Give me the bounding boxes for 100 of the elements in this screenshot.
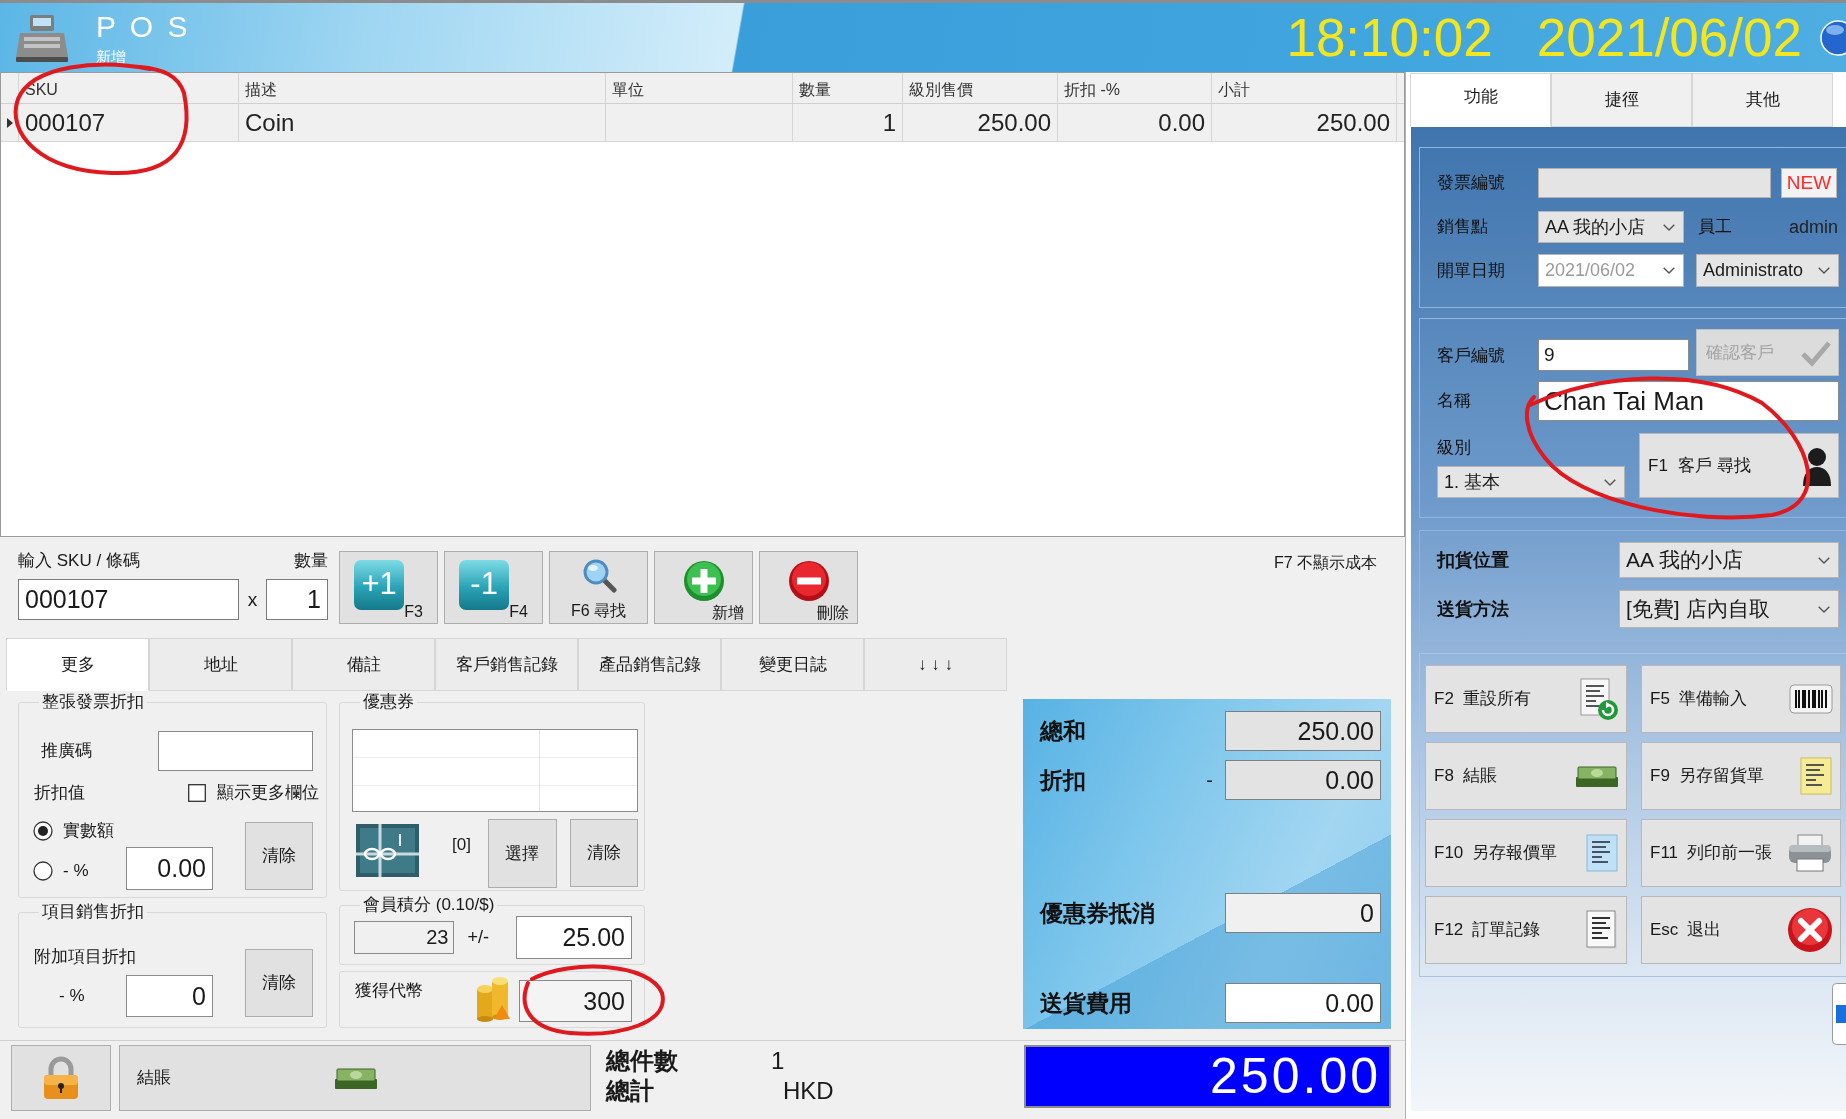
- checkbox-label[interactable]: 顯示更多欄位: [217, 780, 319, 806]
- invoice-number-field[interactable]: [1538, 168, 1771, 198]
- customer-tier-dropdown[interactable]: 1. 基本: [1437, 466, 1625, 498]
- function-key-button[interactable]: F2 重設所有: [1425, 665, 1627, 733]
- tokens-earned-field[interactable]: 300: [519, 980, 632, 1022]
- invoice-date-label: 開單日期: [1437, 260, 1505, 280]
- document-icon: [1585, 909, 1619, 951]
- function-key-button[interactable]: F5 準備輸入: [1641, 665, 1841, 733]
- promo-code-label: 推廣碼: [41, 741, 92, 761]
- sku-input[interactable]: 000107: [18, 579, 239, 620]
- radio-button[interactable]: [33, 861, 53, 881]
- cash-icon: [1575, 763, 1619, 789]
- delivery-method-dropdown[interactable]: [免費] 店內自取: [1619, 590, 1839, 628]
- shop-label: 銷售點: [1437, 217, 1488, 237]
- chevron-down-icon: [1604, 478, 1616, 486]
- stock-location-dropdown[interactable]: AA 我的小店: [1619, 542, 1839, 578]
- floating-tab-icon[interactable]: [1832, 983, 1846, 1045]
- column-header: 級別售價: [909, 81, 973, 98]
- tab[interactable]: 捷徑: [1551, 73, 1692, 127]
- clock-time: 18:10:02: [1286, 7, 1493, 68]
- radio-button[interactable]: [33, 821, 53, 841]
- column-header: 折扣 -%: [1064, 81, 1120, 98]
- promo-code-input[interactable]: [158, 731, 313, 771]
- clear-button[interactable]: 清除: [569, 819, 638, 887]
- barcode-icon: [1789, 684, 1833, 714]
- chevron-down-icon: [1663, 267, 1675, 274]
- minus-icon: [787, 560, 830, 602]
- delivery-method-label: 送貨方法: [1437, 598, 1509, 619]
- tab[interactable]: 其他: [1692, 73, 1833, 127]
- operator-dropdown[interactable]: Administrato: [1696, 254, 1839, 287]
- function-key-button[interactable]: F12 訂單記錄: [1425, 896, 1627, 964]
- close-icon: [1787, 907, 1833, 953]
- customer-id-input[interactable]: 9: [1538, 339, 1689, 371]
- chevron-down-icon: [1818, 556, 1830, 564]
- tab[interactable]: 產品銷售記錄: [578, 638, 721, 691]
- function-key-button[interactable]: F11 列印前一張: [1641, 819, 1841, 887]
- column-header: 單位: [612, 81, 644, 98]
- points-earned-input[interactable]: 25.00: [515, 916, 632, 959]
- radio-label[interactable]: - %: [63, 858, 89, 884]
- summary-value-field: 0: [1225, 893, 1381, 933]
- chevron-down-icon: [1663, 223, 1675, 231]
- table-cell: 0.00: [1158, 107, 1205, 138]
- radio-label[interactable]: 實數額: [63, 818, 114, 844]
- tab[interactable]: 客戶銷售記錄: [435, 638, 578, 691]
- currency-code: HKD: [782, 1076, 834, 1106]
- document-icon: [1585, 833, 1619, 873]
- delete-button[interactable]: 刪除: [759, 551, 858, 624]
- shop-dropdown[interactable]: AA 我的小店: [1538, 211, 1684, 243]
- discount-value-label: 折扣值: [34, 783, 85, 803]
- tab[interactable]: 更多: [6, 638, 149, 691]
- customer-search-button[interactable]: F1 客戶 尋找: [1639, 433, 1839, 498]
- quantity-input[interactable]: 1: [266, 579, 328, 620]
- checkbox[interactable]: [188, 784, 206, 802]
- app-title: P O S: [96, 9, 191, 44]
- sku-input-label: 輸入 SKU / 條碼: [18, 551, 140, 571]
- padlock-icon: [41, 1056, 81, 1100]
- staff-name: admin: [1788, 215, 1838, 239]
- search-button[interactable]: F6 尋找: [549, 551, 648, 624]
- mode-label: 新增: [96, 47, 126, 66]
- summary-value-field: 0.00: [1225, 760, 1381, 800]
- tokens-label: 獲得代幣: [355, 981, 423, 1001]
- tab[interactable]: 功能: [1410, 73, 1551, 127]
- summary-label: 總和: [1040, 716, 1086, 746]
- tab[interactable]: 地址: [149, 638, 292, 691]
- current-date: 2021/06/02: [1536, 7, 1802, 68]
- function-key-button[interactable]: F9 另存留貨單: [1641, 742, 1841, 810]
- table-cell: 1: [882, 107, 896, 138]
- summary-value-field[interactable]: 0.00: [1225, 983, 1381, 1023]
- staff-label: 員工: [1698, 216, 1732, 239]
- function-key-button[interactable]: F8 結賬: [1425, 742, 1627, 810]
- increase-quantity-button[interactable]: +1 F3: [339, 551, 438, 624]
- total-label: 總計: [606, 1076, 654, 1106]
- tab[interactable]: ↓ ↓ ↓: [864, 638, 1007, 691]
- function-key-button[interactable]: F10 另存報價單: [1425, 819, 1627, 887]
- coupon-list[interactable]: [352, 729, 638, 812]
- decrease-quantity-button[interactable]: -1 F4: [444, 551, 543, 624]
- points-balance-field: 23: [354, 921, 455, 954]
- function-key-button[interactable]: Esc 退出: [1641, 896, 1841, 964]
- select-coupon-button[interactable]: 選擇: [487, 819, 557, 888]
- item-discount-input[interactable]: 0: [126, 975, 213, 1017]
- summary-label: 優惠券抵消: [1040, 898, 1155, 928]
- clear-button[interactable]: 清除: [245, 822, 313, 890]
- coupon-count: [0]: [452, 835, 471, 855]
- add-button[interactable]: 新增: [654, 551, 753, 624]
- plus-icon: [682, 560, 725, 602]
- stock-location-label: 扣貨位置: [1437, 549, 1509, 570]
- clear-button[interactable]: 清除: [245, 949, 313, 1017]
- row-pointer-icon: [6, 117, 13, 128]
- plus-minus-sign: +/-: [467, 926, 489, 949]
- item-discount-label: 附加項目折扣: [34, 947, 136, 967]
- grand-total-display: 250.00: [1024, 1045, 1391, 1108]
- invoice-number-label: 發票編號: [1437, 173, 1505, 193]
- table-row[interactable]: 000107 Coin 1 250.00 0.00 250.00: [1, 104, 1404, 142]
- tab[interactable]: 變更日誌: [721, 638, 864, 691]
- minus-sign: -: [1206, 768, 1213, 793]
- note-icon: [1799, 756, 1833, 796]
- discount-amount-input[interactable]: 0.00: [126, 847, 213, 890]
- checkout-button[interactable]: 結賬: [119, 1045, 591, 1111]
- tab[interactable]: 備註: [292, 638, 435, 691]
- table-cell: Coin: [245, 107, 295, 138]
